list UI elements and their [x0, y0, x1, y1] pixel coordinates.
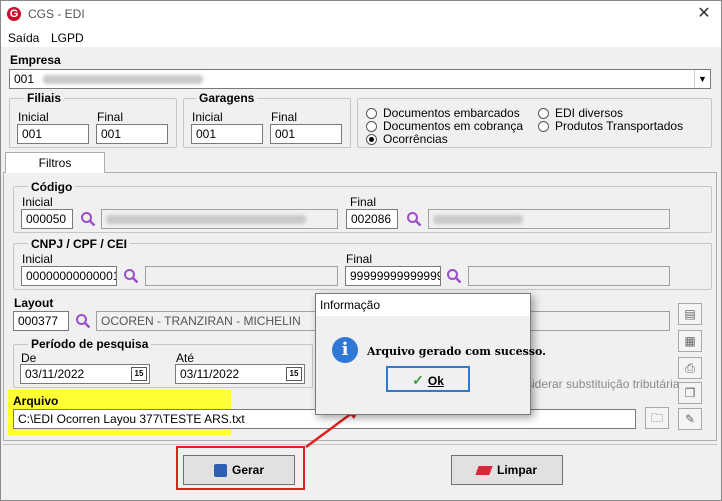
close-icon[interactable]: ✕ — [693, 3, 715, 25]
garagens-final-input[interactable]: 001 — [270, 124, 342, 144]
garagens-final-label: Final — [271, 110, 298, 124]
ok-button[interactable]: ✓ Ok — [386, 366, 470, 392]
empresa-code: 001 — [14, 72, 35, 86]
empresa-select[interactable]: 001 — [9, 69, 711, 89]
arquivo-label: Arquivo — [13, 394, 59, 408]
periodo-title: Período de pesquisa — [28, 337, 152, 351]
folder-icon[interactable]: 🗀 — [645, 407, 669, 429]
garagens-inicial-input[interactable]: 001 — [191, 124, 263, 144]
search-icon[interactable] — [406, 211, 422, 227]
codigo-inicial-description — [101, 209, 338, 229]
search-icon[interactable] — [446, 268, 462, 284]
gerar-button[interactable]: Gerar — [183, 455, 295, 485]
codigo-title: Código — [28, 180, 76, 194]
filiais-inicial-label: Inicial — [18, 110, 49, 124]
tab-filtros[interactable]: Filtros — [5, 152, 105, 173]
title-bar — [1, 1, 721, 29]
redacted-text — [43, 75, 204, 85]
filiais-title: Filiais — [24, 91, 65, 105]
limpar-label: Limpar — [496, 463, 537, 477]
empresa-label: Empresa — [10, 53, 61, 67]
radio-produtos-transportados[interactable] — [538, 121, 549, 132]
filiais-final-input[interactable]: 001 — [96, 124, 168, 144]
info-icon: i — [332, 337, 358, 363]
periodo-ate-label: Até — [176, 351, 195, 365]
ok-label: Ok — [427, 374, 444, 388]
edit-icon[interactable]: ✎ — [678, 408, 702, 430]
save-icon — [213, 464, 227, 478]
document-icon[interactable]: ▤ — [678, 303, 702, 325]
codigo-inicial-input[interactable]: 000050 — [21, 209, 73, 229]
cnpj-inicial-description — [145, 266, 338, 286]
layout-label: Layout — [14, 296, 54, 310]
codigo-final-description — [428, 209, 670, 229]
cnpj-title: CNPJ / CPF / CEI — [28, 237, 131, 251]
filiais-final-label: Final — [97, 110, 124, 124]
list-icon[interactable]: ▦ — [678, 330, 702, 352]
garagens-title: Garagens — [196, 91, 258, 105]
menu-lgpd[interactable]: LGPD — [51, 31, 84, 45]
radio-edi-diversos[interactable] — [538, 108, 549, 119]
codigo-final-label: Final — [350, 195, 377, 209]
limpar-button[interactable]: Limpar — [451, 455, 563, 485]
codigo-inicial-label: Inicial — [22, 195, 53, 209]
label-edi-diversos: EDI diversos — [555, 106, 624, 120]
gerar-label: Gerar — [231, 463, 265, 477]
garagens-inicial-label: Inicial — [192, 110, 223, 124]
label-produtos-transportados: Produtos Transportados — [555, 119, 684, 133]
search-icon[interactable] — [80, 211, 96, 227]
eraser-icon — [475, 466, 493, 476]
cnpj-final-label: Final — [346, 252, 373, 266]
menu-bar — [1, 29, 721, 47]
cnpj-final-description — [468, 266, 670, 286]
periodo-de-label: De — [21, 351, 37, 365]
radio-ocorrencias[interactable] — [366, 134, 377, 145]
cnpj-inicial-input[interactable]: 00000000000001 — [21, 266, 117, 286]
search-icon[interactable] — [123, 268, 139, 284]
label-ocorrencias: Ocorrências — [383, 132, 448, 146]
calendar-icon[interactable]: 15 — [131, 367, 147, 381]
search-icon[interactable] — [75, 313, 91, 329]
check-icon: ✓ — [412, 372, 424, 388]
radio-docs-embarcados[interactable] — [366, 108, 377, 119]
menu-saida[interactable]: Saída — [8, 31, 39, 45]
substituicao-label: siderar substituição tributária — [526, 377, 680, 391]
dialog-message: Arquivo gerado com sucesso. — [367, 345, 546, 358]
print-icon[interactable]: ⎙ — [678, 357, 702, 379]
chevron-down-icon[interactable]: ▼ — [694, 70, 710, 88]
calendar-icon[interactable]: 15 — [286, 367, 302, 381]
cnpj-final-input[interactable]: 99999999999999 — [345, 266, 441, 286]
cnpj-inicial-label: Inicial — [22, 252, 53, 266]
label-docs-embarcados: Documentos embarcados — [383, 106, 520, 120]
window-title: CGS - EDI — [28, 7, 85, 21]
filiais-inicial-input[interactable]: 001 — [17, 124, 89, 144]
radio-docs-cobranca[interactable] — [366, 121, 377, 132]
cgs-logo-icon: G — [7, 7, 21, 21]
codigo-final-input[interactable]: 002086 — [346, 209, 398, 229]
copy-icon[interactable]: ❐ — [678, 382, 702, 404]
layout-code-input[interactable]: 000377 — [13, 311, 69, 331]
info-dialog: Informação i Arquivo gerado com sucesso.… — [315, 293, 546, 415]
label-docs-cobranca: Documentos em cobrança — [383, 119, 524, 133]
dialog-title: Informação — [320, 298, 381, 312]
